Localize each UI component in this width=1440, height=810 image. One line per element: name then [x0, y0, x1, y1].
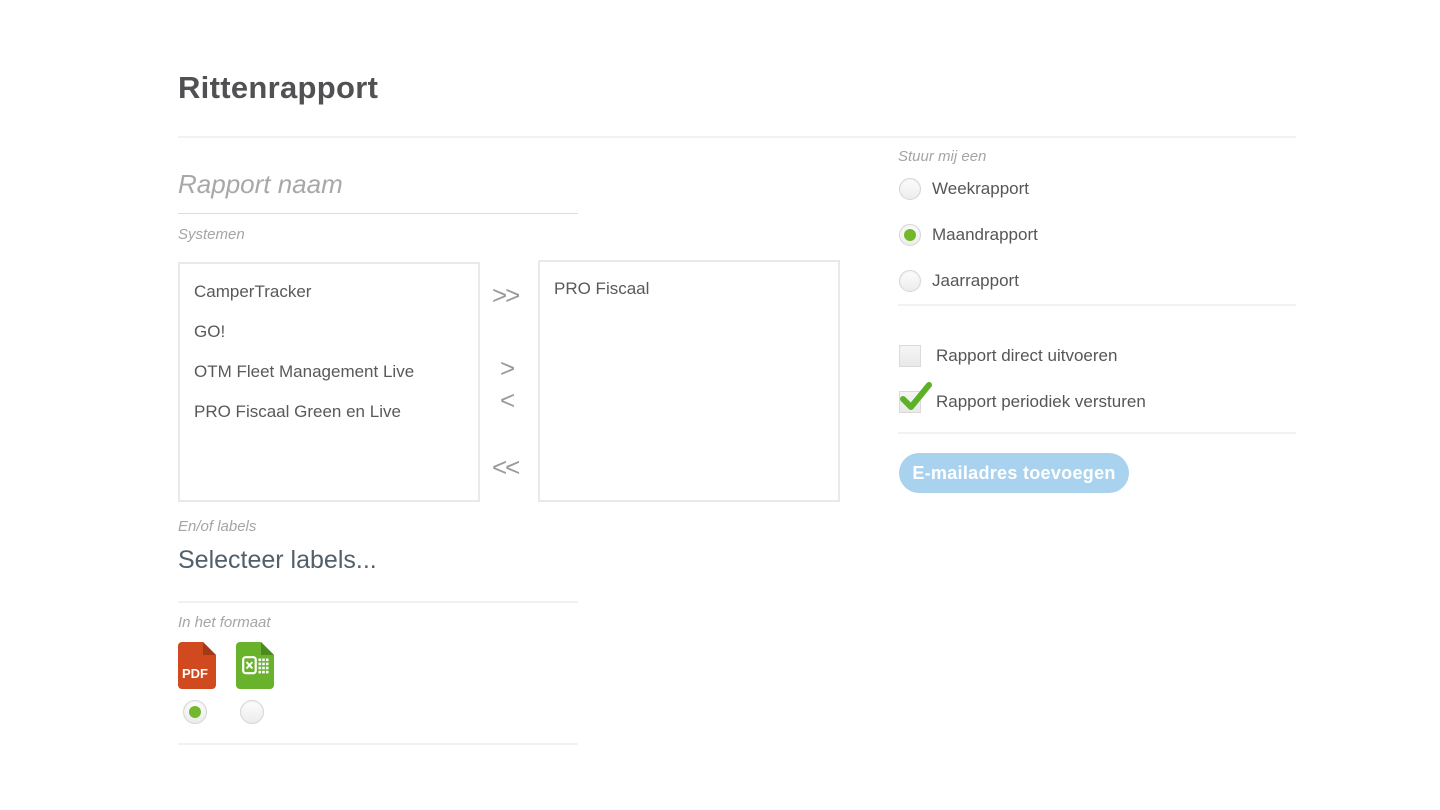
delivery-divider — [898, 432, 1296, 434]
labels-label: En/of labels — [178, 518, 256, 535]
pdf-label: PDF — [178, 666, 212, 681]
add-email-button[interactable]: E-mailadres toevoegen — [899, 453, 1129, 493]
schedule-divider — [898, 304, 1296, 306]
format-divider — [178, 743, 578, 745]
checkbox-rapport-direct[interactable] — [899, 345, 921, 367]
systems-available-list[interactable]: CamperTracker GO! OTM Fleet Management L… — [178, 262, 480, 502]
page-title: Rittenrapport — [178, 70, 378, 106]
format-radio-pdf[interactable] — [183, 700, 207, 724]
radio-label: Jaarrapport — [932, 271, 1019, 291]
radio-row-jaarrapport[interactable]: Jaarrapport — [899, 270, 1019, 292]
rittenrapport-form-page: Rittenrapport Systemen CamperTracker GO!… — [0, 0, 1440, 810]
format-radio-excel[interactable] — [240, 700, 264, 724]
labels-select[interactable]: Selecteer labels... — [178, 546, 377, 575]
radio-row-weekrapport[interactable]: Weekrapport — [899, 178, 1029, 200]
list-item[interactable]: PRO Fiscaal Green en Live — [194, 392, 464, 432]
radio-jaarrapport[interactable] — [899, 270, 921, 292]
check-row-direct[interactable]: Rapport direct uitvoeren — [899, 345, 1117, 367]
move-all-right-button[interactable]: >> — [492, 280, 518, 311]
checkbox-label: Rapport direct uitvoeren — [936, 346, 1117, 366]
systems-label: Systemen — [178, 226, 245, 243]
labels-divider — [178, 601, 578, 603]
move-left-button[interactable]: < — [500, 385, 513, 416]
checkbox-label: Rapport periodiek versturen — [936, 392, 1146, 412]
schedule-label: Stuur mij een — [898, 148, 986, 165]
list-item[interactable]: GO! — [194, 312, 464, 352]
radio-weekrapport[interactable] — [899, 178, 921, 200]
radio-maandrapport[interactable] — [899, 224, 921, 246]
header-divider — [178, 136, 1296, 138]
checkmark-icon — [899, 382, 933, 414]
pdf-file-icon[interactable]: PDF — [178, 642, 216, 689]
list-item[interactable]: OTM Fleet Management Live — [194, 352, 464, 392]
radio-label: Weekrapport — [932, 179, 1029, 199]
move-all-left-button[interactable]: << — [492, 452, 518, 483]
report-name-input[interactable] — [178, 156, 578, 214]
list-item[interactable]: PRO Fiscaal — [554, 272, 824, 306]
list-item[interactable]: CamperTracker — [194, 272, 464, 312]
checkbox-rapport-periodiek[interactable] — [899, 391, 921, 413]
check-row-periodiek[interactable]: Rapport periodiek versturen — [899, 391, 1146, 413]
systems-selected-list[interactable]: PRO Fiscaal — [538, 260, 840, 502]
excel-glyph-icon — [242, 656, 269, 677]
format-label: In het formaat — [178, 614, 271, 631]
radio-row-maandrapport[interactable]: Maandrapport — [899, 224, 1038, 246]
excel-file-icon[interactable] — [236, 642, 274, 689]
move-right-button[interactable]: > — [500, 353, 513, 384]
radio-label: Maandrapport — [932, 225, 1038, 245]
